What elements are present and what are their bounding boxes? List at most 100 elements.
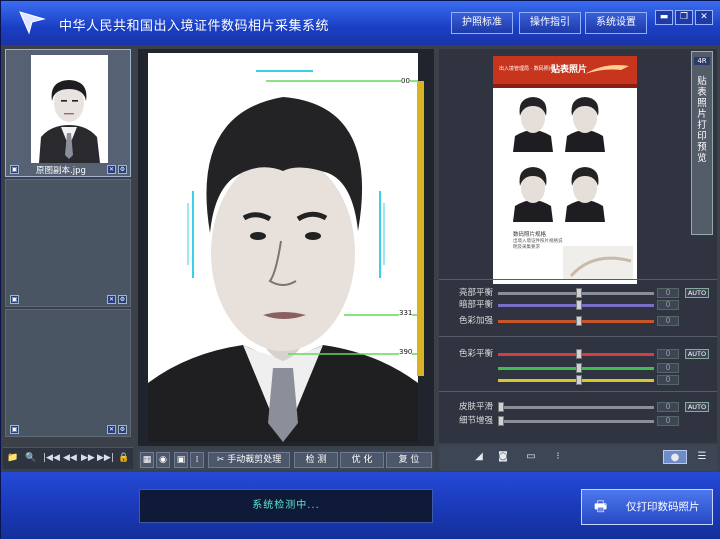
slider-handle[interactable] bbox=[576, 349, 582, 359]
thumbnail-image bbox=[31, 55, 108, 163]
info-icon[interactable]: ⁝ bbox=[550, 450, 566, 464]
search-icon[interactable]: 🔍 bbox=[25, 453, 36, 463]
divider bbox=[439, 336, 717, 337]
eye-icon[interactable]: ◉ bbox=[156, 452, 170, 468]
first-page-icon[interactable]: |◀◀ bbox=[43, 453, 60, 463]
slider-value[interactable]: 0 bbox=[657, 316, 679, 326]
slider-track[interactable] bbox=[498, 416, 654, 426]
title-bar: 中华人民共和国出入境证件数码相片采集系统 护照标准 操作指引 系统设置 ▬ ❐ … bbox=[1, 1, 720, 45]
photo-info-icon[interactable]: ▣ bbox=[10, 425, 19, 434]
preview-header-small: 出入境管理局 · 数码照片 bbox=[499, 66, 554, 72]
thumbnail-delete-icon[interactable]: ✕ bbox=[107, 295, 116, 304]
minimize-icon[interactable]: ▬ bbox=[655, 10, 673, 25]
open-folder-icon[interactable]: 📁 bbox=[7, 453, 18, 463]
thumbnail-slot[interactable]: ▣ 原图副本.jpg ✕ ⚙ bbox=[5, 49, 131, 177]
slider-handle[interactable] bbox=[576, 375, 582, 385]
slider-handle[interactable] bbox=[576, 316, 582, 326]
manual-crop-label: 手动裁剪处理 bbox=[227, 455, 282, 465]
grid-view-icon[interactable]: ● bbox=[663, 450, 687, 464]
restore-icon[interactable]: ❐ bbox=[675, 10, 693, 25]
grid-icon[interactable]: ▦ bbox=[140, 452, 154, 468]
print-button-label: 仅打印数码照片 bbox=[626, 501, 700, 513]
auto-button[interactable]: AUTO bbox=[685, 349, 709, 359]
slider-value[interactable]: 0 bbox=[657, 416, 679, 426]
printer-icon: 🖶 bbox=[594, 499, 608, 515]
status-message: 系统检测中... bbox=[139, 489, 433, 523]
ruler-label-bottom: 390 bbox=[399, 348, 413, 356]
thumbnail-slot[interactable]: ▣ ✕ ⚙ bbox=[5, 179, 131, 307]
auto-button[interactable]: AUTO bbox=[685, 288, 709, 298]
slider-track[interactable] bbox=[498, 300, 654, 310]
list-view-icon[interactable]: ☰ bbox=[691, 450, 713, 464]
camera-icon[interactable]: ◙ bbox=[495, 450, 511, 464]
menu-system-settings[interactable]: 系统设置 bbox=[585, 12, 647, 34]
optimize-button[interactable]: 优 化 bbox=[340, 452, 384, 468]
next-page-icon[interactable]: ▶▶ bbox=[81, 453, 95, 463]
editor-toolbar: ▦ ◉ ▣ ⁞ ✂ 手动裁剪处理 检 测 优 化 复 位 bbox=[138, 450, 434, 470]
slider-label: 色彩加强 bbox=[459, 316, 494, 326]
slider-label: 皮肤平滑 bbox=[459, 402, 494, 412]
close-icon[interactable]: ✕ bbox=[695, 10, 713, 25]
photo-info-icon[interactable]: ▣ bbox=[10, 295, 19, 304]
reset-button[interactable]: 复 位 bbox=[386, 452, 432, 468]
adjustment-panel: 出入境管理局 · 数码照片 贴表照片 数码照片规格 出境入境证件照片规格说明及采… bbox=[439, 49, 717, 443]
measurement-ruler bbox=[417, 81, 424, 376]
slider-value[interactable]: 0 bbox=[657, 300, 679, 310]
monitor-icon[interactable]: ▭ bbox=[523, 450, 539, 464]
split-icon[interactable]: ⁞ bbox=[190, 452, 204, 468]
print-digital-photo-button[interactable]: 🖶 仅打印数码照片 bbox=[581, 489, 713, 525]
thumbnail-list: ▣ 原图副本.jpg ✕ ⚙ ▣ ✕ ⚙ ▣ ✕ ⚙ bbox=[5, 49, 131, 443]
slider-label: 亮部平衡 bbox=[459, 288, 494, 298]
thumbnail-settings-icon[interactable]: ⚙ bbox=[118, 165, 127, 174]
lock-icon[interactable]: 🔒 bbox=[118, 453, 129, 463]
face-frame-icon[interactable]: ▣ bbox=[174, 452, 188, 468]
app-window: 中华人民共和国出入境证件数码相片采集系统 护照标准 操作指引 系统设置 ▬ ❐ … bbox=[0, 0, 720, 539]
slider-track[interactable] bbox=[498, 316, 654, 326]
eraser-icon[interactable]: ◢ bbox=[471, 450, 487, 464]
slider-track[interactable] bbox=[498, 375, 654, 385]
prev-page-icon[interactable]: ◀◀ bbox=[63, 453, 77, 463]
slider-track[interactable] bbox=[498, 363, 654, 373]
manual-crop-button[interactable]: ✂ 手动裁剪处理 bbox=[208, 452, 290, 468]
slider-handle[interactable] bbox=[576, 363, 582, 373]
slider-handle[interactable] bbox=[498, 402, 504, 412]
slider-value[interactable]: 0 bbox=[657, 402, 679, 412]
slider-value[interactable]: 0 bbox=[657, 349, 679, 359]
slider-value[interactable]: 0 bbox=[657, 288, 679, 298]
ruler-label-top: 00 bbox=[401, 77, 410, 85]
slider-handle[interactable] bbox=[576, 300, 582, 310]
print-preview-tab[interactable]: 4R 贴表照片打印预览 bbox=[691, 51, 713, 235]
slider-track[interactable] bbox=[498, 402, 654, 412]
portrait-photo[interactable] bbox=[148, 53, 418, 442]
thumbnail-slot[interactable]: ▣ ✕ ⚙ bbox=[5, 309, 131, 437]
photo-editor bbox=[138, 49, 434, 446]
print-preview-tab-label: 贴表照片打印预览 bbox=[697, 76, 707, 164]
slider-handle[interactable] bbox=[498, 416, 504, 426]
auto-button[interactable]: AUTO bbox=[685, 402, 709, 412]
menu-operation-guide[interactable]: 操作指引 bbox=[519, 12, 581, 34]
slider-value[interactable]: 0 bbox=[657, 375, 679, 385]
detect-button[interactable]: 检 测 bbox=[294, 452, 338, 468]
thumbnail-settings-icon[interactable]: ⚙ bbox=[118, 425, 127, 434]
divider bbox=[439, 279, 717, 280]
slider-handle[interactable] bbox=[576, 288, 582, 298]
photo-size-tag: 4R bbox=[694, 57, 710, 65]
ruler-label-mid: 331 bbox=[399, 309, 413, 317]
print-preview: 出入境管理局 · 数码照片 贴表照片 数码照片规格 出境入境证件照片规格说明及采… bbox=[493, 56, 637, 284]
app-title: 中华人民共和国出入境证件数码相片采集系统 bbox=[59, 19, 330, 34]
photo-info-icon[interactable]: ▣ bbox=[10, 165, 19, 174]
menu-passport-standard[interactable]: 护照标准 bbox=[451, 12, 513, 34]
last-page-icon[interactable]: ▶▶| bbox=[97, 453, 114, 463]
thumbnail-toolbar: 📁 🔍 |◀◀ ◀◀ ▶▶ ▶▶| 🔒 bbox=[3, 447, 133, 469]
thumbnail-filename: 原图副本.jpg bbox=[36, 166, 86, 176]
divider bbox=[439, 391, 717, 392]
slider-label: 暗部平衡 bbox=[459, 300, 494, 310]
thumbnail-delete-icon[interactable]: ✕ bbox=[107, 425, 116, 434]
thumbnail-settings-icon[interactable]: ⚙ bbox=[118, 295, 127, 304]
preview-footer-text: 出境入境证件照片规格说明及采集要求 bbox=[513, 239, 563, 250]
slider-value[interactable]: 0 bbox=[657, 363, 679, 373]
slider-track[interactable] bbox=[498, 349, 654, 359]
slider-track[interactable] bbox=[498, 288, 654, 298]
thumbnail-delete-icon[interactable]: ✕ bbox=[107, 165, 116, 174]
preview-footer-title: 数码照片规格 bbox=[513, 232, 547, 238]
